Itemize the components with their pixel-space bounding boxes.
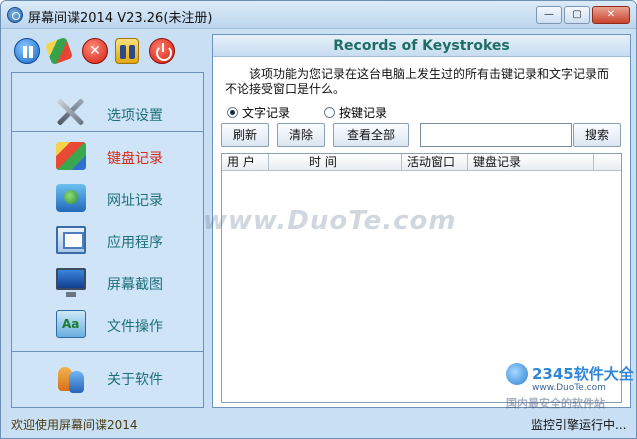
radio-key-records[interactable]: 按键记录 bbox=[324, 104, 387, 121]
pause-icon[interactable] bbox=[14, 38, 40, 64]
site-badge: 2345软件大全 www.DuoTe.com 国内最安全的软件站 bbox=[506, 361, 634, 410]
users-icon bbox=[56, 365, 86, 393]
clear-button[interactable]: 清除 bbox=[277, 123, 325, 147]
radio-label: 按键记录 bbox=[339, 106, 388, 120]
sidebar-item-about[interactable]: 关于软件 bbox=[12, 357, 203, 397]
maximize-button[interactable]: ▢ bbox=[564, 6, 590, 24]
sidebar-divider bbox=[12, 351, 203, 352]
radio-label: 文字记录 bbox=[242, 106, 291, 120]
sidebar-item-screenshots[interactable]: 屏幕截图 bbox=[12, 262, 203, 302]
column-header-keystrokes[interactable]: 键盘记录 bbox=[468, 154, 594, 171]
app-logo-icon bbox=[7, 7, 23, 23]
badge-slogan: 国内最安全的软件站 bbox=[506, 397, 605, 410]
web-icon bbox=[56, 184, 86, 212]
keyboard-icon bbox=[56, 142, 86, 170]
minimize-button[interactable]: — bbox=[536, 6, 562, 24]
window-title: 屏幕间谍2014 V23.26(未注册) bbox=[28, 11, 213, 26]
column-header-time[interactable]: 时 间 bbox=[269, 154, 402, 171]
close-button[interactable]: ✕ bbox=[592, 6, 630, 24]
badge-site: www.DuoTe.com bbox=[532, 383, 606, 393]
delete-icon[interactable]: ✕ bbox=[82, 38, 108, 64]
sidebar-item-label: 选项设置 bbox=[107, 108, 163, 124]
search-input[interactable] bbox=[420, 123, 572, 147]
monitor-icon bbox=[56, 268, 86, 297]
eraser-icon[interactable] bbox=[44, 36, 74, 66]
panel-title: Records of Keystrokes bbox=[213, 35, 630, 57]
sidebar-item-settings[interactable]: 选项设置 bbox=[12, 83, 203, 135]
column-header-filler bbox=[594, 154, 621, 171]
power-icon[interactable] bbox=[149, 38, 175, 64]
sidebar-item-label: 键盘记录 bbox=[107, 151, 163, 167]
radio-dot-icon bbox=[227, 107, 238, 118]
status-engine: 监控引擎运行中... bbox=[531, 418, 627, 432]
sidebar-item-keyboard[interactable]: 键盘记录 bbox=[12, 136, 203, 176]
table-header: 用 户 时 间 活动窗口 键盘记录 bbox=[222, 154, 621, 171]
column-header-window[interactable]: 活动窗口 bbox=[402, 154, 468, 171]
sidebar-item-label: 文件操作 bbox=[107, 319, 163, 335]
view-all-button[interactable]: 查看全部 bbox=[333, 123, 409, 147]
radio-text-records[interactable]: 文字记录 bbox=[227, 104, 290, 121]
sidebar-divider bbox=[12, 131, 203, 132]
radio-dot-icon bbox=[324, 107, 335, 118]
badge-brand: 2345软件大全 bbox=[532, 365, 634, 383]
search-button[interactable]: 搜索 bbox=[573, 123, 621, 147]
sidebar: 选项设置 键盘记录 网址记录 应用程序 屏幕截图 文件操作 关于软件 bbox=[11, 72, 204, 408]
badge-logo-icon bbox=[506, 363, 528, 385]
sidebar-item-label: 关于软件 bbox=[107, 372, 163, 388]
sidebar-item-apps[interactable]: 应用程序 bbox=[12, 220, 203, 260]
keys-icon[interactable] bbox=[115, 38, 139, 64]
app-window: 屏幕间谍2014 V23.26(未注册) — ▢ ✕ ✕ 选项设置 键盘记录 网… bbox=[0, 0, 637, 439]
panel-description: 该项功能为您记录在这台电脑上发生过的所有击键记录和文字记录而不论接受窗口是什么。 bbox=[225, 67, 610, 96]
sidebar-item-files[interactable]: 文件操作 bbox=[12, 304, 203, 344]
app-window-icon bbox=[56, 226, 86, 254]
watermark-text: www.DuoTe.com bbox=[203, 206, 457, 236]
sidebar-item-web[interactable]: 网址记录 bbox=[12, 178, 203, 218]
status-welcome: 欢迎使用屏幕间谍2014 bbox=[11, 418, 138, 432]
column-header-user[interactable]: 用 户 bbox=[222, 154, 269, 171]
file-icon bbox=[56, 310, 86, 338]
sidebar-item-label: 网址记录 bbox=[107, 193, 163, 209]
refresh-button[interactable]: 刷新 bbox=[221, 123, 269, 147]
tools-icon bbox=[56, 97, 86, 125]
title-bar[interactable]: 屏幕间谍2014 V23.26(未注册) — ▢ ✕ bbox=[1, 1, 636, 29]
sidebar-item-label: 屏幕截图 bbox=[107, 277, 163, 293]
sidebar-item-label: 应用程序 bbox=[107, 235, 163, 251]
